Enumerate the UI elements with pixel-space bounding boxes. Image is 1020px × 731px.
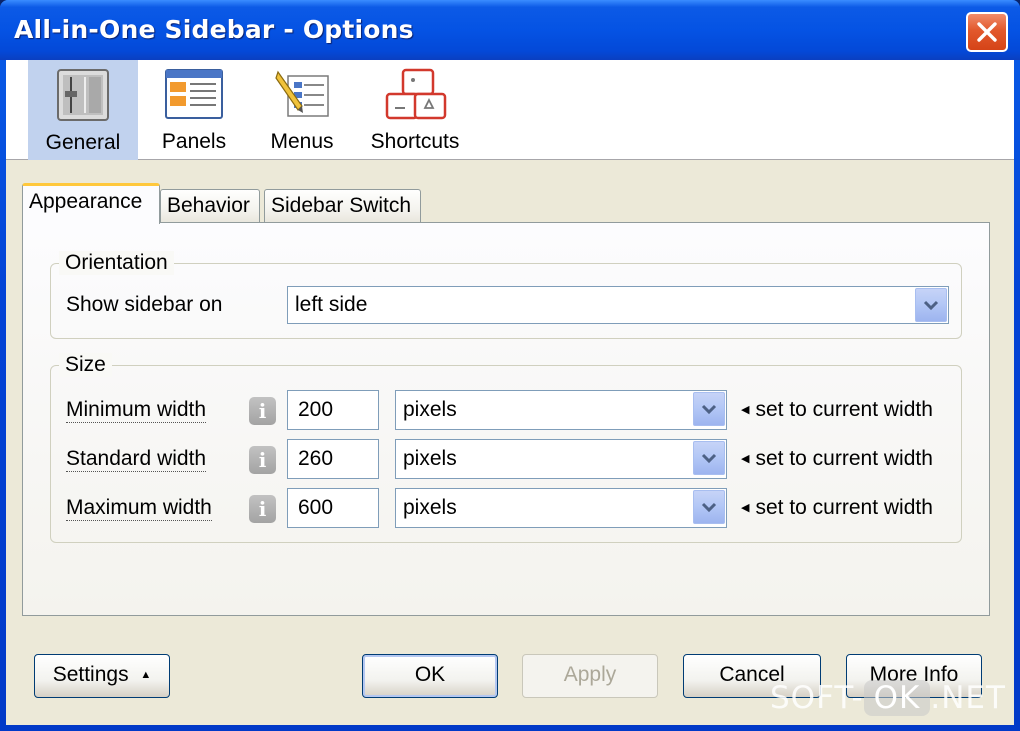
set-maximum-width-link[interactable]: ◀ set to current width <box>741 496 933 520</box>
panels-window-icon <box>165 69 223 119</box>
settings-button[interactable]: Settings ▲ <box>34 654 170 698</box>
sidebar-side-value: left side <box>295 293 368 316</box>
window-title: All-in-One Sidebar - Options <box>14 15 414 44</box>
general-sliders-icon <box>57 69 109 121</box>
orientation-group: Orientation Show sidebar on left side <box>50 251 962 339</box>
info-icon[interactable]: i <box>249 495 276 523</box>
set-minimum-width-label: set to current width <box>755 398 933 421</box>
size-group-title: Size <box>59 353 112 377</box>
shortcuts-keys-icon <box>385 68 447 120</box>
watermark-left: SOFT- <box>770 680 864 716</box>
tab-sidebar-switch[interactable]: Sidebar Switch <box>264 189 421 223</box>
standard-width-unit-value: pixels <box>403 447 457 470</box>
settings-button-label: Settings <box>52 663 129 686</box>
set-standard-width-label: set to current width <box>755 447 933 470</box>
watermark-right: .NET <box>930 680 1006 716</box>
sidebar-side-select[interactable]: left side <box>287 286 949 324</box>
toolbar-item-general[interactable]: General <box>28 60 138 160</box>
toolbar-item-shortcuts[interactable]: Shortcuts <box>358 60 472 160</box>
minimum-width-label: Minimum width <box>66 398 207 423</box>
set-minimum-width-link[interactable]: ◀ set to current width <box>741 398 933 422</box>
show-sidebar-label: Show sidebar on <box>66 293 223 316</box>
info-icon[interactable]: i <box>249 446 276 474</box>
close-icon <box>977 22 997 42</box>
toolbar-label-panels: Panels <box>161 130 227 153</box>
triangle-left-icon: ◀ <box>741 404 750 416</box>
close-button[interactable] <box>966 12 1008 52</box>
tab-appearance[interactable]: Appearance <box>22 183 160 224</box>
triangle-up-icon: ▲ <box>140 669 152 681</box>
title-bar[interactable]: All-in-One Sidebar - Options <box>0 0 1020 60</box>
options-window: All-in-One Sidebar - Options General Pan… <box>0 0 1020 731</box>
chevron-down-icon[interactable] <box>693 441 725 475</box>
chevron-down-icon[interactable] <box>693 392 725 426</box>
menus-pencil-icon <box>275 70 329 117</box>
triangle-left-icon: ◀ <box>741 502 750 514</box>
set-maximum-width-label: set to current width <box>755 496 933 519</box>
chevron-down-icon[interactable] <box>915 288 947 322</box>
standard-width-label: Standard width <box>66 447 207 472</box>
standard-width-input[interactable]: 260 <box>287 439 379 479</box>
toolbar-item-menus[interactable]: Menus <box>250 60 354 160</box>
appearance-panel: Orientation Show sidebar on left side Si… <box>22 222 990 616</box>
minimum-width-input[interactable]: 200 <box>287 390 379 430</box>
size-group: Size Minimum width i 200 pixels ◀ set to … <box>50 353 962 543</box>
set-standard-width-link[interactable]: ◀ set to current width <box>741 447 933 471</box>
info-icon[interactable]: i <box>249 397 276 425</box>
toolbar-label-general: General <box>45 131 121 154</box>
category-toolbar: General Panels Menus Shortcuts <box>6 60 1014 160</box>
chevron-down-icon[interactable] <box>693 490 725 524</box>
watermark: SOFT- OK .NET <box>770 680 1006 722</box>
maximum-width-unit-value: pixels <box>403 496 457 519</box>
maximum-width-unit-select[interactable]: pixels <box>395 488 727 528</box>
maximum-width-label: Maximum width <box>66 496 212 521</box>
minimum-width-unit-select[interactable]: pixels <box>395 390 727 430</box>
apply-button[interactable]: Apply <box>522 654 658 698</box>
standard-width-unit-select[interactable]: pixels <box>395 439 727 479</box>
minimum-width-unit-value: pixels <box>403 398 457 421</box>
orientation-group-title: Orientation <box>59 251 174 275</box>
tab-behavior[interactable]: Behavior <box>160 189 260 223</box>
toolbar-label-menus: Menus <box>270 130 334 153</box>
maximum-width-input[interactable]: 600 <box>287 488 379 528</box>
ok-button[interactable]: OK <box>362 654 498 698</box>
triangle-left-icon: ◀ <box>741 453 750 465</box>
watermark-pill: OK <box>863 680 931 716</box>
toolbar-label-shortcuts: Shortcuts <box>370 130 460 153</box>
toolbar-item-panels[interactable]: Panels <box>142 60 246 160</box>
dialog-client: General Panels Menus Shortcuts Appearanc… <box>6 60 1014 725</box>
